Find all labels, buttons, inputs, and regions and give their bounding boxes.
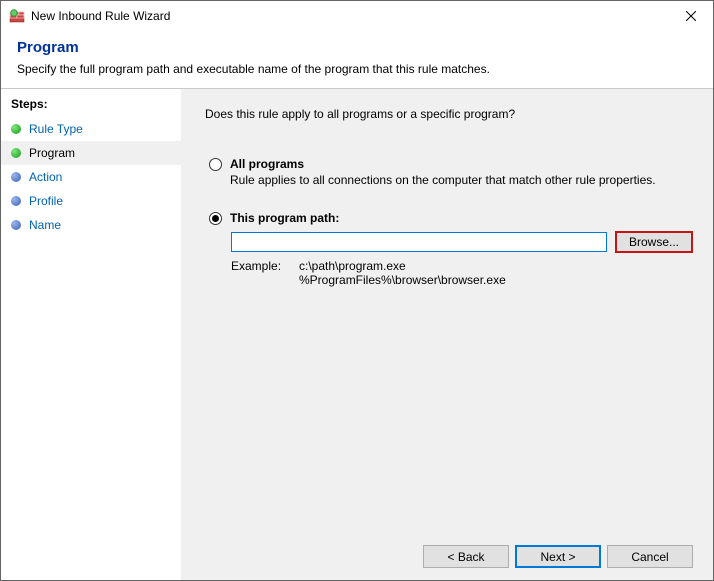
step-bullet-icon xyxy=(11,124,21,134)
step-label: Name xyxy=(29,218,61,232)
example-row: Example: c:\path\program.exe %ProgramFil… xyxy=(231,259,693,287)
step-bullet-icon xyxy=(11,196,21,206)
cancel-button[interactable]: Cancel xyxy=(607,545,693,568)
step-rule-type[interactable]: Rule Type xyxy=(1,117,181,141)
option-texts: All programs Rule applies to all connect… xyxy=(230,157,693,187)
program-path-row: Browse... xyxy=(231,231,693,253)
back-button[interactable]: < Back xyxy=(423,545,509,568)
option-texts: This program path: xyxy=(230,211,693,225)
browse-button[interactable]: Browse... xyxy=(615,231,693,253)
next-button[interactable]: Next > xyxy=(515,545,601,568)
program-path-input[interactable] xyxy=(231,232,607,252)
step-name[interactable]: Name xyxy=(1,213,181,237)
option-group: All programs Rule applies to all connect… xyxy=(209,157,693,287)
option-label: All programs xyxy=(230,157,693,171)
step-label: Rule Type xyxy=(29,122,83,136)
example-label: Example: xyxy=(231,259,299,287)
step-program[interactable]: Program xyxy=(1,141,181,165)
step-label: Profile xyxy=(29,194,63,208)
sidebar-title: Steps: xyxy=(1,97,181,117)
step-profile[interactable]: Profile xyxy=(1,189,181,213)
option-all-programs[interactable]: All programs Rule applies to all connect… xyxy=(209,157,693,187)
option-label: This program path: xyxy=(230,211,693,225)
radio-this-program-path[interactable] xyxy=(209,212,222,225)
footer: < Back Next > Cancel xyxy=(205,535,693,568)
window-title: New Inbound Rule Wizard xyxy=(31,9,668,23)
page-subtitle: Specify the full program path and execut… xyxy=(17,62,697,76)
step-bullet-icon xyxy=(11,172,21,182)
option-desc: Rule applies to all connections on the c… xyxy=(230,173,693,187)
example-text: c:\path\program.exe %ProgramFiles%\brows… xyxy=(299,259,506,287)
radio-all-programs[interactable] xyxy=(209,158,222,171)
step-bullet-icon xyxy=(11,148,21,158)
titlebar: New Inbound Rule Wizard xyxy=(1,1,713,31)
page-title: Program xyxy=(17,39,697,56)
main-panel: Does this rule apply to all programs or … xyxy=(181,89,713,580)
header: Program Specify the full program path an… xyxy=(1,31,713,86)
firewall-icon xyxy=(9,8,25,24)
step-bullet-icon xyxy=(11,220,21,230)
body: Steps: Rule Type Program Action Profile … xyxy=(1,89,713,580)
question-text: Does this rule apply to all programs or … xyxy=(205,107,693,121)
step-label: Action xyxy=(29,170,62,184)
option-this-program-path[interactable]: This program path: xyxy=(209,211,693,225)
close-button[interactable] xyxy=(668,1,713,31)
wizard-window: New Inbound Rule Wizard Program Specify … xyxy=(0,0,714,581)
sidebar: Steps: Rule Type Program Action Profile … xyxy=(1,89,181,580)
step-label: Program xyxy=(29,146,75,160)
step-action[interactable]: Action xyxy=(1,165,181,189)
